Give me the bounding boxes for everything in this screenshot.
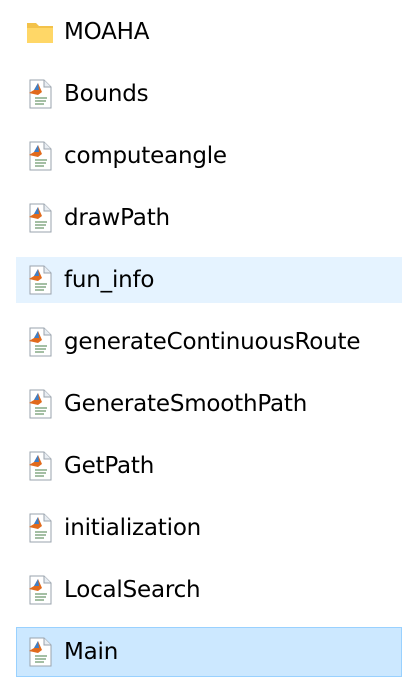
matlab-file-icon (26, 141, 54, 171)
file-name: GetPath (64, 453, 155, 479)
file-name: MOAHA (64, 19, 150, 45)
matlab-file-icon (26, 203, 54, 233)
file-item-generatesmoothpath[interactable]: GenerateSmoothPath (16, 381, 402, 427)
folder-icon (26, 17, 54, 47)
folder-item-moaha[interactable]: MOAHA (16, 9, 402, 55)
matlab-file-icon (26, 389, 54, 419)
file-name: fun_info (64, 267, 155, 293)
matlab-file-icon (26, 265, 54, 295)
file-item-generatecontinuousroute[interactable]: generateContinuousRoute (16, 319, 402, 365)
file-name: initialization (64, 515, 202, 541)
matlab-file-icon (26, 637, 54, 667)
file-item-initialization[interactable]: initialization (16, 505, 402, 551)
file-name: generateContinuousRoute (64, 329, 361, 355)
file-name: GenerateSmoothPath (64, 391, 308, 417)
file-item-fun-info[interactable]: fun_info (16, 257, 402, 303)
file-name: LocalSearch (64, 577, 201, 603)
matlab-file-icon (26, 327, 54, 357)
file-name: Main (64, 639, 119, 665)
matlab-file-icon (26, 79, 54, 109)
matlab-file-icon (26, 575, 54, 605)
file-item-bounds[interactable]: Bounds (16, 71, 402, 117)
matlab-file-icon (26, 451, 54, 481)
matlab-file-icon (26, 513, 54, 543)
file-item-getpath[interactable]: GetPath (16, 443, 402, 489)
file-name: computeangle (64, 143, 227, 169)
file-list: MOAHA Bounds computeangle drawPath fun_i… (0, 0, 404, 687)
file-item-computeangle[interactable]: computeangle (16, 133, 402, 179)
file-name: drawPath (64, 205, 170, 231)
file-name: Bounds (64, 81, 149, 107)
file-item-main[interactable]: Main (16, 627, 402, 677)
file-item-drawpath[interactable]: drawPath (16, 195, 402, 241)
file-item-localsearch[interactable]: LocalSearch (16, 567, 402, 613)
